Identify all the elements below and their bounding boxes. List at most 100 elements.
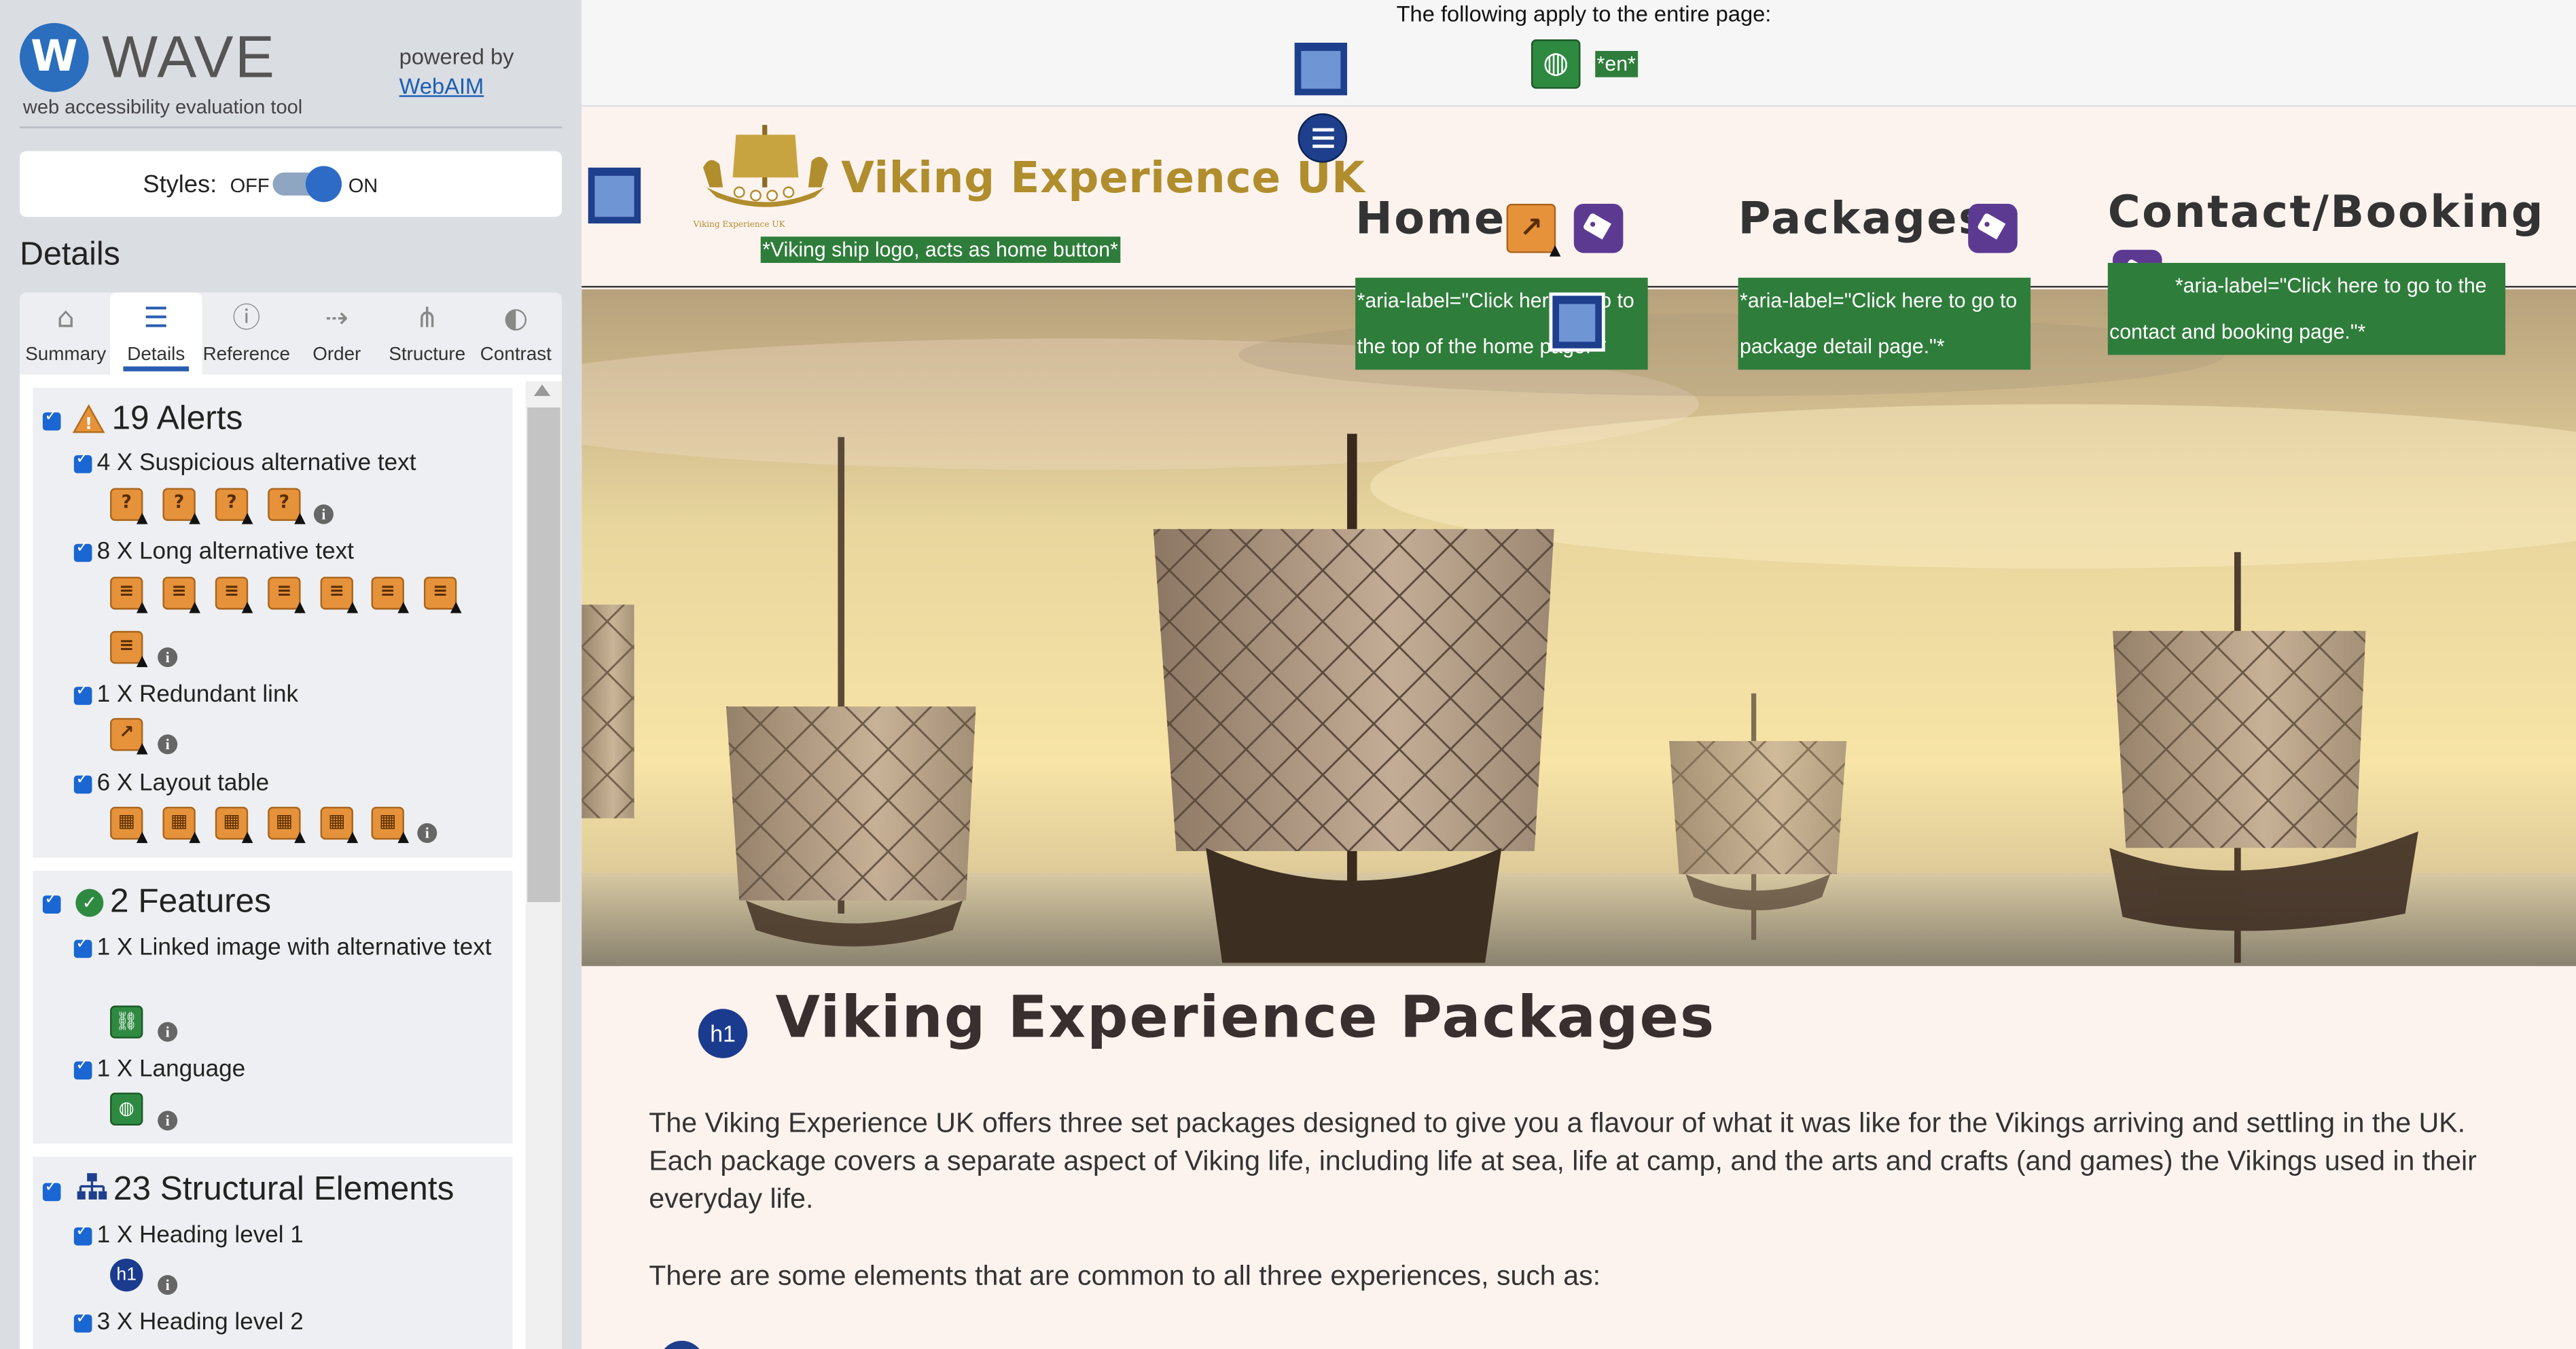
small-logo-text: Viking Experience UK <box>693 220 785 230</box>
document-structure-icon[interactable] <box>1294 42 1348 96</box>
redundant-link-checkbox[interactable] <box>73 682 92 705</box>
tab-contrast-label: Contrast <box>480 344 552 365</box>
tab-details[interactable]: ☰ Details <box>110 292 202 375</box>
contact-aria-label: *aria-label="Click here to go to the con… <box>2107 263 2506 355</box>
layout-table-icon[interactable]: ▦ <box>162 806 200 846</box>
nav-contact-booking[interactable]: Contact/Booking <box>2108 187 2545 238</box>
tab-contrast[interactable]: ◐ Contrast <box>470 293 562 375</box>
powered-by-text: powered by <box>399 44 514 69</box>
suspicious-alt-icon[interactable]: ? <box>268 488 306 527</box>
layout-table-icon[interactable]: ▦ <box>215 806 253 846</box>
suspicious-alt-icon[interactable]: ? <box>110 488 148 527</box>
tab-bar: ⌂ Summary ☰ Details ⓘ Reference ⇢ Order … <box>20 292 562 375</box>
webaim-link[interactable]: WebAIM <box>399 74 484 98</box>
aria-label-tag-icon[interactable] <box>1573 203 1624 253</box>
alerts-checkbox[interactable] <box>42 408 61 431</box>
info-icon: ⓘ <box>232 302 261 336</box>
tab-order-label: Order <box>312 344 361 365</box>
layout-table-icon[interactable]: ▦ <box>320 806 358 846</box>
h1-icon[interactable]: h1 <box>110 1258 143 1292</box>
info-icon[interactable]: i <box>158 1111 178 1131</box>
features-title: 2 Features <box>110 882 272 920</box>
powered-by: powered by WebAIM <box>399 43 514 102</box>
nav-home[interactable]: Home <box>1355 194 1506 245</box>
info-icon[interactable]: i <box>158 1275 178 1295</box>
scroll-thumb[interactable] <box>527 407 560 903</box>
long-alt-icon[interactable]: ≡ <box>162 577 200 616</box>
language-globe-icon[interactable]: ◍ <box>110 1092 143 1126</box>
long-alt-icon[interactable]: ≡ <box>215 577 253 616</box>
long-alt-icon[interactable]: ≡ <box>110 630 148 670</box>
long-alt-icon[interactable]: ≡ <box>320 577 358 616</box>
heading2-checkbox[interactable] <box>73 1310 92 1333</box>
layout-table-checkbox[interactable] <box>73 771 92 794</box>
info-icon[interactable]: i <box>158 734 178 755</box>
suspicious-alt-label: 4 X Suspicious alternative text <box>96 450 416 477</box>
redundant-link-icon[interactable]: ↗ <box>110 718 148 757</box>
styles-off-label: OFF <box>230 174 270 198</box>
site-header: Viking Experience UK Viking Experience U… <box>582 108 2576 300</box>
aria-label-tag-icon[interactable] <box>1968 203 2018 253</box>
styles-toggle-box: Styles: OFF ON <box>20 151 562 217</box>
long-alt-icon[interactable]: ≡ <box>268 577 306 616</box>
layout-table-icon[interactable]: ▦ <box>268 806 306 846</box>
linked-image-icon[interactable]: ⛓ <box>110 1005 143 1039</box>
features-checkbox[interactable] <box>42 891 61 914</box>
wave-sidebar: W WAVE web accessibility evaluation tool… <box>0 0 582 1349</box>
feature-check-icon: ✓ <box>75 888 104 917</box>
styles-label: Styles: <box>143 170 217 199</box>
list-icon: ☰ <box>143 302 169 336</box>
wave-tagline: web accessibility evaluation tool <box>22 95 303 119</box>
layout-table-structure-icon[interactable] <box>1549 292 1605 352</box>
viking-ship-logo[interactable] <box>700 118 831 223</box>
common-elements-paragraph: There are some elements that are common … <box>649 1260 1601 1292</box>
language-label: 1 X Language <box>96 1056 246 1083</box>
suspicious-alt-checkbox[interactable] <box>73 450 92 473</box>
layout-table-icon[interactable]: ▦ <box>110 806 148 846</box>
long-alt-icon[interactable]: ≡ <box>110 577 148 616</box>
h1-icon[interactable]: h1 <box>698 1009 748 1058</box>
alerts-title: 19 Alerts <box>111 399 243 437</box>
hero-viking-ships-image <box>582 289 2576 967</box>
long-alt-checkbox[interactable] <box>73 539 92 562</box>
info-icon[interactable]: i <box>158 647 178 668</box>
language-globe-icon[interactable]: ◍ <box>1531 39 1581 89</box>
structural-checkbox[interactable] <box>42 1178 61 1202</box>
redundant-link-icon[interactable]: ↗ <box>1506 203 1560 259</box>
heading2-label: 3 X Heading level 2 <box>96 1309 304 1336</box>
linked-image-label: 1 X Linked image with alternative text <box>96 935 492 962</box>
styles-toggle[interactable] <box>272 166 342 202</box>
redundant-link-label: 1 X Redundant link <box>96 681 299 708</box>
nav-packages[interactable]: Packages <box>1738 194 1987 245</box>
page-wide-bar: The following apply to the entire page: … <box>582 0 2576 107</box>
h2-icon[interactable] <box>658 1340 705 1349</box>
suspicious-alt-icon[interactable]: ? <box>162 488 200 527</box>
intro-paragraph: The Viking Experience UK offers three se… <box>649 1107 2477 1215</box>
tab-reference-label: Reference <box>202 344 290 365</box>
tab-order[interactable]: ⇢ Order <box>291 293 382 375</box>
details-scrollbar[interactable] <box>525 381 562 1349</box>
language-label: *en* <box>1595 50 1638 77</box>
info-icon[interactable]: i <box>158 1022 178 1042</box>
tab-reference[interactable]: ⓘ Reference <box>200 293 292 375</box>
contrast-icon: ◐ <box>503 302 529 336</box>
unordered-list-icon[interactable] <box>1298 113 1348 163</box>
info-icon[interactable]: i <box>313 504 334 524</box>
tab-structure[interactable]: ⋔ Structure <box>381 293 473 375</box>
svg-text:!: ! <box>85 414 92 433</box>
wave-title: WAVE <box>101 22 276 91</box>
long-alt-icon[interactable]: ≡ <box>423 577 462 616</box>
site-name[interactable]: Viking Experience UK <box>841 154 1365 204</box>
tab-summary[interactable]: ⌂ Summary <box>20 293 111 375</box>
layout-table-structure-icon[interactable] <box>588 167 641 223</box>
long-alt-icon[interactable]: ≡ <box>371 577 409 616</box>
info-icon[interactable]: i <box>417 823 437 843</box>
toggle-knob <box>305 166 342 202</box>
heading1-checkbox[interactable] <box>73 1223 92 1246</box>
home-icon: ⌂ <box>56 302 75 336</box>
tab-summary-label: Summary <box>25 344 107 365</box>
suspicious-alt-icon[interactable]: ? <box>215 488 253 527</box>
scroll-up-arrow-icon[interactable] <box>533 384 551 396</box>
layout-table-icon[interactable]: ▦ <box>371 806 409 846</box>
language-checkbox[interactable] <box>73 1056 92 1080</box>
